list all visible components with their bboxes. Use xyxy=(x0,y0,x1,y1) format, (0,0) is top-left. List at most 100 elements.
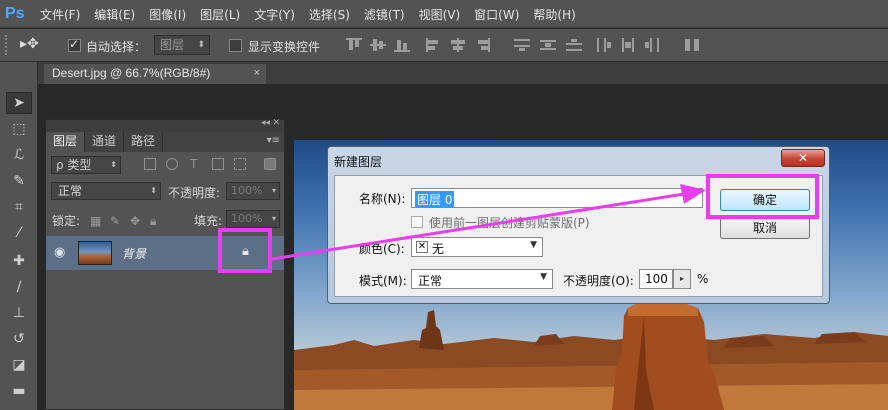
gradient-tool-button[interactable]: ▬ xyxy=(6,380,32,402)
tab-paths[interactable]: 路径 xyxy=(124,132,164,152)
align-hcenter-icon[interactable] xyxy=(450,38,466,52)
filter-toggle-icon[interactable] xyxy=(264,158,276,170)
dialog-opacity-input[interactable]: 100 xyxy=(639,269,673,289)
new-layer-dialog: 新建图层 ✕ 名称(N): 图层 0 使用前一图层创建剪贴蒙版(P) 颜色(C)… xyxy=(327,146,830,304)
chevron-down-icon: ▼ xyxy=(530,240,537,250)
document-tab-title: Desert.jpg @ 66.7%(RGB/8#) xyxy=(52,66,211,80)
fill-value: 100% xyxy=(231,212,263,225)
align-top-icon[interactable] xyxy=(346,38,362,52)
panel-menu-icon[interactable]: ▾≡ xyxy=(267,135,280,146)
show-transform-label: 显示变换控件 xyxy=(248,40,321,54)
align-bottom-icon[interactable] xyxy=(394,38,410,52)
filter-type-icon[interactable]: T xyxy=(190,158,202,170)
menu-window[interactable]: 窗口(W) xyxy=(474,6,519,23)
close-icon[interactable]: ✕ xyxy=(272,118,280,128)
mode-value: 正常 xyxy=(418,274,443,288)
menu-help[interactable]: 帮助(H) xyxy=(533,6,575,23)
eraser-tool-button[interactable]: ◪ xyxy=(6,354,32,376)
distribute-hcenter-icon[interactable] xyxy=(620,38,636,52)
marquee-icon: ⬚ xyxy=(12,121,26,137)
name-input[interactable]: 图层 0 xyxy=(411,188,703,208)
menu-items: 文件(F) 编辑(E) 图像(I) 图层(L) 文字(Y) 选择(S) 滤镜(T… xyxy=(40,0,590,28)
menu-edit[interactable]: 编辑(E) xyxy=(94,6,135,23)
chevron-down-icon: ▾ xyxy=(271,214,276,223)
filter-pixel-icon[interactable] xyxy=(144,158,156,170)
history-brush-tool-button[interactable]: ↺ xyxy=(6,328,32,350)
filter-shape-icon[interactable] xyxy=(212,158,224,170)
auto-select-target-dropdown[interactable]: 图层 ⬍ xyxy=(154,35,210,55)
align-left-icon[interactable] xyxy=(426,38,442,52)
mode-dropdown[interactable]: 正常 ▼ xyxy=(411,269,553,289)
filter-adjustment-icon[interactable] xyxy=(166,158,178,170)
lock-transparent-icon[interactable]: ▦ xyxy=(90,214,101,228)
dialog-title: 新建图层 xyxy=(334,155,383,169)
options-bar: ▸✥ 自动选择： 图层 ⬍ 显示变换控件 xyxy=(0,29,888,62)
menu-type[interactable]: 文字(Y) xyxy=(254,6,295,23)
close-icon[interactable]: × xyxy=(254,64,260,83)
quick-select-tool-button[interactable]: ✎ xyxy=(6,170,32,192)
menu-bar: Ps 文件(F) 编辑(E) 图像(I) 图层(L) 文字(Y) 选择(S) 滤… xyxy=(0,0,888,28)
eyedropper-icon: ⁄ xyxy=(17,225,21,241)
layer-filter-dropdown[interactable]: ρ 类型 ⬍ xyxy=(51,156,121,174)
opacity-field[interactable]: 100% ▾ xyxy=(226,182,280,200)
ok-highlight-box xyxy=(706,174,819,219)
distribute-vcenter-icon[interactable] xyxy=(540,38,556,52)
move-tool-icon[interactable]: ▸✥ xyxy=(20,36,39,52)
lock-position-icon[interactable]: ✥ xyxy=(130,214,140,228)
chevron-down-icon: ▼ xyxy=(540,272,547,282)
history-brush-icon: ↺ xyxy=(13,331,25,347)
crop-tool-button[interactable]: ⌗ xyxy=(6,196,32,218)
dialog-opacity-value: 100 xyxy=(645,272,668,286)
auto-select-checkbox[interactable] xyxy=(68,37,81,52)
mode-label: 模式(M): xyxy=(359,274,407,288)
color-dropdown[interactable]: ✕ 无 ▼ xyxy=(411,237,543,257)
crop-icon: ⌗ xyxy=(15,199,23,215)
filter-smart-object-icon[interactable] xyxy=(234,158,246,170)
move-tool-button[interactable]: ➤ xyxy=(6,92,32,114)
gradient-icon: ▬ xyxy=(12,383,26,399)
stamp-icon: ⊥ xyxy=(12,305,26,321)
eyedropper-tool-button[interactable]: ⁄ xyxy=(6,222,32,244)
grip-handle[interactable] xyxy=(5,35,9,55)
opacity-slider-button[interactable]: ▸ xyxy=(673,269,691,289)
blend-mode-value: 正常 xyxy=(58,184,83,198)
distribute-top-icon[interactable] xyxy=(514,38,530,52)
distribute-left-icon[interactable] xyxy=(596,38,612,52)
eraser-icon: ◪ xyxy=(12,357,26,373)
layer-thumbnail xyxy=(78,241,112,265)
lock-all-icon[interactable]: 🔒︎ xyxy=(150,214,156,229)
marquee-tool-button[interactable]: ⬚ xyxy=(6,118,32,140)
document-tab[interactable]: Desert.jpg @ 66.7%(RGB/8#) × xyxy=(44,64,266,84)
show-transform-checkbox[interactable] xyxy=(229,39,242,52)
menu-image[interactable]: 图像(I) xyxy=(149,6,186,23)
clip-mask-checkbox[interactable] xyxy=(411,216,423,228)
distribute-right-icon[interactable] xyxy=(644,38,660,52)
fill-field[interactable]: 100% ▾ xyxy=(226,210,280,228)
dialog-close-button[interactable]: ✕ xyxy=(781,149,825,167)
brush-tool-button[interactable]: ∕ xyxy=(6,276,32,298)
auto-align-layers-icon[interactable] xyxy=(684,38,700,52)
menu-filter[interactable]: 滤镜(T) xyxy=(364,6,405,23)
distribute-bottom-icon[interactable] xyxy=(566,38,582,52)
blend-mode-dropdown[interactable]: 正常 ⬍ xyxy=(51,182,161,200)
panel-header: ◂◂ ✕ xyxy=(46,118,284,132)
tab-layers[interactable]: 图层 xyxy=(46,132,86,152)
healing-tool-button[interactable]: ✚ xyxy=(6,250,32,272)
align-right-icon[interactable] xyxy=(474,38,490,52)
cancel-button[interactable]: 取消 xyxy=(720,217,810,239)
menu-select[interactable]: 选择(S) xyxy=(309,6,350,23)
menu-file[interactable]: 文件(F) xyxy=(40,6,80,23)
lasso-tool-button[interactable]: ℒ xyxy=(6,144,32,166)
photoshop-logo: Ps xyxy=(5,5,25,22)
eye-icon[interactable]: ◉ xyxy=(54,245,65,260)
align-vcenter-icon[interactable] xyxy=(370,38,386,52)
chevron-down-icon: ▾ xyxy=(271,186,276,195)
lock-image-icon[interactable]: ✎ xyxy=(110,214,120,228)
menu-layer[interactable]: 图层(L) xyxy=(200,6,240,23)
stamp-tool-button[interactable]: ⊥ xyxy=(6,302,32,324)
collapse-icon[interactable]: ◂◂ xyxy=(261,118,270,128)
menu-view[interactable]: 视图(V) xyxy=(419,6,461,23)
auto-select-label: 自动选择： xyxy=(86,40,147,54)
bandage-icon: ✚ xyxy=(13,253,25,269)
tab-channels[interactable]: 通道 xyxy=(85,132,125,152)
